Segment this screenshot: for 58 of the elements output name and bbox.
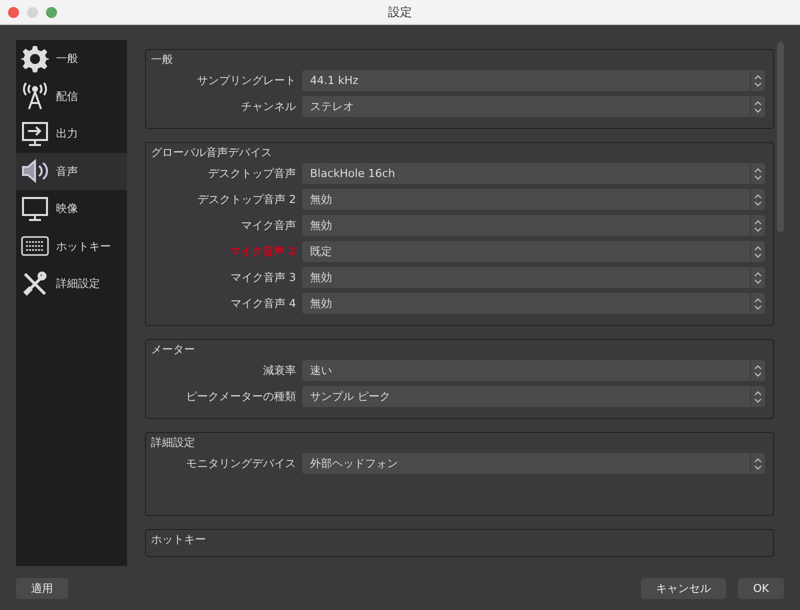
ok-button[interactable]: OK: [738, 578, 784, 598]
dropdown[interactable]: BlackHole 16ch: [302, 163, 765, 184]
sidebar-item[interactable]: ホットキー: [16, 228, 127, 265]
field-label: モニタリングデバイス: [185, 456, 296, 471]
updown-caret-icon: [754, 298, 762, 310]
sidebar-item[interactable]: 一般: [16, 40, 127, 78]
updown-caret-icon: [754, 364, 762, 376]
updown-caret-icon: [754, 194, 762, 206]
field-label: サンプリングレート: [196, 73, 296, 88]
sidebar-item[interactable]: 音声: [16, 152, 127, 190]
tools-icon: [21, 270, 49, 298]
gear-icon: [21, 44, 49, 73]
sidebar-item[interactable]: 配信: [16, 78, 127, 115]
field-label: マイク音声: [240, 218, 296, 233]
updown-caret-icon: [754, 458, 762, 470]
field-label: チャンネル: [240, 99, 296, 114]
dropdown[interactable]: 無効: [302, 267, 765, 288]
sidebar-item[interactable]: 詳細設定: [16, 265, 127, 302]
apply-button[interactable]: 適用: [16, 578, 68, 598]
field-label: デスクトップ音声: [207, 166, 296, 181]
monitor-arrow-icon: [21, 120, 49, 147]
window-title: 設定: [388, 4, 412, 20]
group-title: グローバル音声デバイス: [151, 145, 273, 160]
group-title: 詳細設定: [151, 435, 196, 450]
dropdown[interactable]: サンプル ピーク: [302, 386, 765, 407]
field-label: 減衰率: [262, 363, 296, 378]
updown-caret-icon: [754, 272, 762, 284]
dropdown[interactable]: 無効: [302, 293, 765, 314]
dropdown[interactable]: 外部ヘッドフォン: [302, 453, 765, 474]
dropdown[interactable]: 無効: [302, 189, 765, 210]
group-title: 一般: [151, 52, 174, 67]
field-label: ピークメーターの種類: [185, 389, 296, 404]
dropdown[interactable]: 無効: [302, 215, 765, 236]
group-title: メーター: [151, 342, 196, 357]
updown-caret-icon: [754, 246, 762, 258]
field-label: マイク音声 2: [228, 244, 296, 259]
updown-caret-icon: [754, 168, 762, 180]
sidebar-item[interactable]: 映像: [16, 190, 127, 228]
cancel-button[interactable]: キャンセル: [641, 578, 726, 598]
updown-caret-icon: [754, 390, 762, 402]
speaker-icon: [20, 158, 50, 184]
updown-caret-icon: [754, 220, 762, 232]
antenna-icon: [21, 82, 49, 110]
dropdown[interactable]: 44.1 kHz: [302, 70, 765, 91]
keyboard-icon: [21, 235, 49, 258]
dropdown[interactable]: 速い: [302, 360, 765, 381]
field-label: マイク音声 3: [230, 270, 296, 285]
zoom-button[interactable]: [46, 6, 57, 18]
dropdown[interactable]: 既定: [302, 241, 765, 262]
sidebar-item[interactable]: 出力: [16, 115, 127, 152]
group-title: ホットキー: [151, 532, 207, 547]
updown-caret-icon: [754, 100, 762, 112]
dropdown[interactable]: ステレオ: [302, 96, 765, 117]
monitor-icon: [21, 196, 49, 222]
field-label: デスクトップ音声 2: [196, 192, 296, 207]
updown-caret-icon: [754, 74, 762, 86]
close-button[interactable]: [8, 6, 19, 18]
field-label: マイク音声 4: [230, 296, 296, 311]
